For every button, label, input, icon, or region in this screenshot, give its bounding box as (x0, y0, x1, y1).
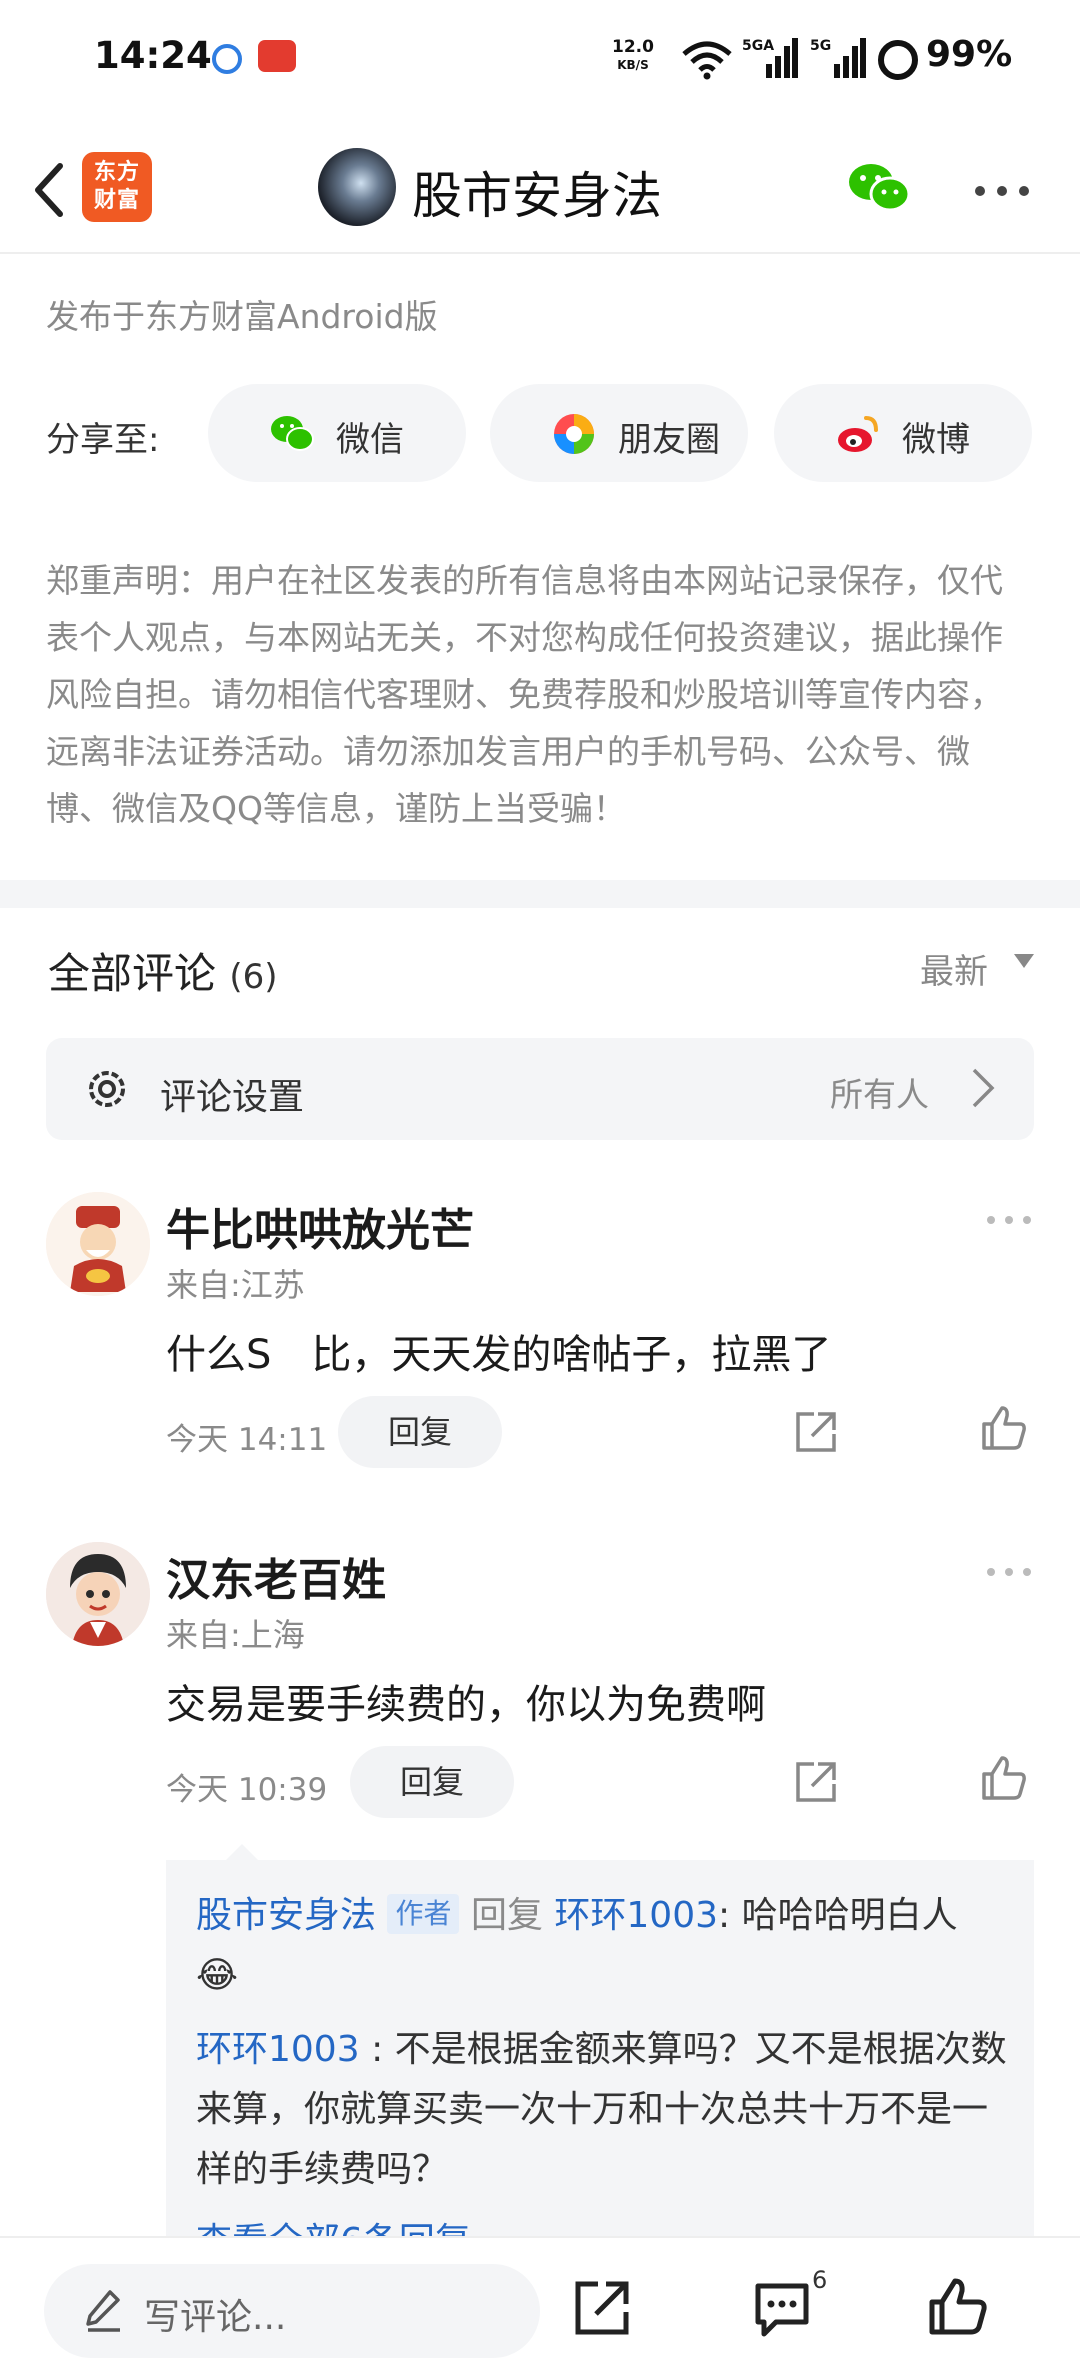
write-comment-input[interactable]: 写评论... (44, 2264, 540, 2358)
share-label: 分享至: (46, 420, 160, 460)
back-arrow-icon[interactable] (26, 160, 76, 220)
commenter-name[interactable]: 牛比哄哄放光芒 (166, 1194, 474, 1258)
share-comment-icon[interactable] (794, 1410, 838, 1454)
comment-settings-value: 所有人 (830, 1075, 929, 1114)
author-avatar[interactable] (318, 148, 396, 226)
top-navigation-bar: 东方 财富 股市安身法 (0, 128, 1080, 254)
like-icon[interactable] (928, 2276, 988, 2336)
like-icon[interactable] (980, 1754, 1028, 1802)
sort-caret-icon[interactable] (1014, 954, 1034, 968)
commenter-location: 来自:上海 (166, 1616, 305, 1654)
comment-settings-label: 评论设置 (160, 1077, 305, 1118)
reply-text: : 哈哈哈明白人 (718, 1895, 958, 1936)
app-logo-line1: 东方 (93, 160, 140, 185)
app-logo[interactable]: 东方 财富 (82, 152, 152, 222)
published-source: 发布于东方财富Android版 (46, 297, 438, 336)
status-bar: 14:24 12.0 KB/S 5GA 5G 99% (0, 0, 1080, 120)
comment-time: 今天 10:39 (166, 1772, 328, 1808)
network-speed: 12.0 KB/S (612, 38, 654, 74)
share-weibo-label: 微博 (902, 420, 970, 460)
pen-icon (86, 2290, 120, 2332)
battery-icon (878, 40, 918, 80)
comments-title-label: 全部评论 (48, 949, 217, 998)
caishen-avatar-icon (46, 1192, 150, 1296)
reply-thread-notch (226, 1844, 258, 1860)
write-comment-placeholder: 写评论... (144, 2297, 287, 2338)
pay-app-notification-icon (258, 40, 296, 72)
share-icon[interactable] (572, 2278, 632, 2338)
status-time: 14:24 (94, 34, 212, 77)
svg-text:5G: 5G (810, 38, 831, 54)
comment-bubble-icon[interactable] (752, 2280, 812, 2338)
commenter-avatar[interactable] (46, 1192, 150, 1296)
disclaimer-text: 郑重声明：用户在社区发表的所有信息将由本网站记录保存，仅代表个人观点，与本网站无… (46, 561, 1003, 828)
more-options-icon[interactable] (974, 184, 1030, 198)
reply-button[interactable]: 回复 (350, 1746, 514, 1818)
comment-more-icon[interactable] (986, 1566, 1032, 1578)
comments-count: (6) (229, 957, 278, 997)
bottom-action-bar: 写评论... 6 (0, 2236, 1080, 2374)
author-badge: 作者 (387, 1894, 460, 1934)
share-comment-icon[interactable] (794, 1760, 838, 1804)
commenter-avatar[interactable] (46, 1542, 150, 1646)
reply-item[interactable]: 股市安身法 作者 回复 环环1003: 哈哈哈明白人 😂 (196, 1886, 1016, 2006)
signal-5ga-icon: 5GA (742, 38, 798, 78)
reply-target[interactable]: 环环1003 (554, 1895, 718, 1936)
reply-thread: 股市安身法 作者 回复 环环1003: 哈哈哈明白人 😂 环环1003 : 不是… (166, 1844, 1034, 2262)
wechat-icon (271, 416, 314, 451)
network-speed-value: 12.0 (612, 37, 654, 57)
comments-title: 全部评论 (6) (48, 940, 278, 1001)
comment-text[interactable]: 交易是要手续费的，你以为免费啊 (166, 1672, 766, 1730)
moments-icon (554, 414, 594, 454)
signal-5g-icon: 5G (810, 38, 866, 78)
wifi-icon (682, 41, 732, 80)
gear-icon (89, 1071, 125, 1107)
reply-author[interactable]: 环环1003 (196, 2029, 360, 2070)
cartoon-boy-avatar-icon (46, 1542, 150, 1646)
network-speed-unit: KB/S (617, 58, 649, 72)
share-weibo-button[interactable]: 微博 (774, 384, 1032, 482)
app-notification-icon (212, 44, 242, 74)
wechat-share-icon[interactable] (848, 162, 910, 214)
share-moments-button[interactable]: 朋友圈 (490, 384, 748, 482)
reply-author[interactable]: 股市安身法 (196, 1895, 376, 1936)
app-logo-line2: 财富 (93, 188, 140, 213)
sort-dropdown[interactable]: 最新 (920, 944, 988, 993)
commenter-location: 来自:江苏 (166, 1266, 305, 1304)
commenter-name[interactable]: 汉东老百姓 (166, 1544, 386, 1608)
share-wechat-button[interactable]: 微信 (208, 384, 466, 482)
share-moments-label: 朋友圈 (618, 420, 720, 460)
reply-button[interactable]: 回复 (338, 1396, 502, 1468)
comment-text[interactable]: 什么S 比，天天发的啥帖子，拉黑了 (166, 1322, 831, 1380)
comment-count-badge: 6 (812, 2266, 828, 2294)
share-wechat-label: 微信 (336, 420, 404, 460)
comment-settings-row[interactable]: 评论设置 所有人 (46, 1038, 1034, 1140)
chevron-right-icon (972, 1068, 995, 1108)
reply-item[interactable]: 环环1003 : 不是根据金额来算吗？又不是根据次数来算，你就算买卖一次十万和十… (196, 2020, 1016, 2200)
comment-time: 今天 14:11 (166, 1422, 328, 1458)
battery-level: 99% (926, 34, 1013, 75)
reply-word: 回复 (470, 1895, 543, 1936)
svg-text:5GA: 5GA (742, 38, 774, 54)
section-divider (0, 880, 1080, 908)
weibo-icon (838, 416, 878, 452)
like-icon[interactable] (980, 1404, 1028, 1452)
comment-more-icon[interactable] (986, 1214, 1032, 1226)
page-title[interactable]: 股市安身法 (412, 156, 662, 228)
laughing-emoji: 😂 (196, 1955, 239, 1996)
